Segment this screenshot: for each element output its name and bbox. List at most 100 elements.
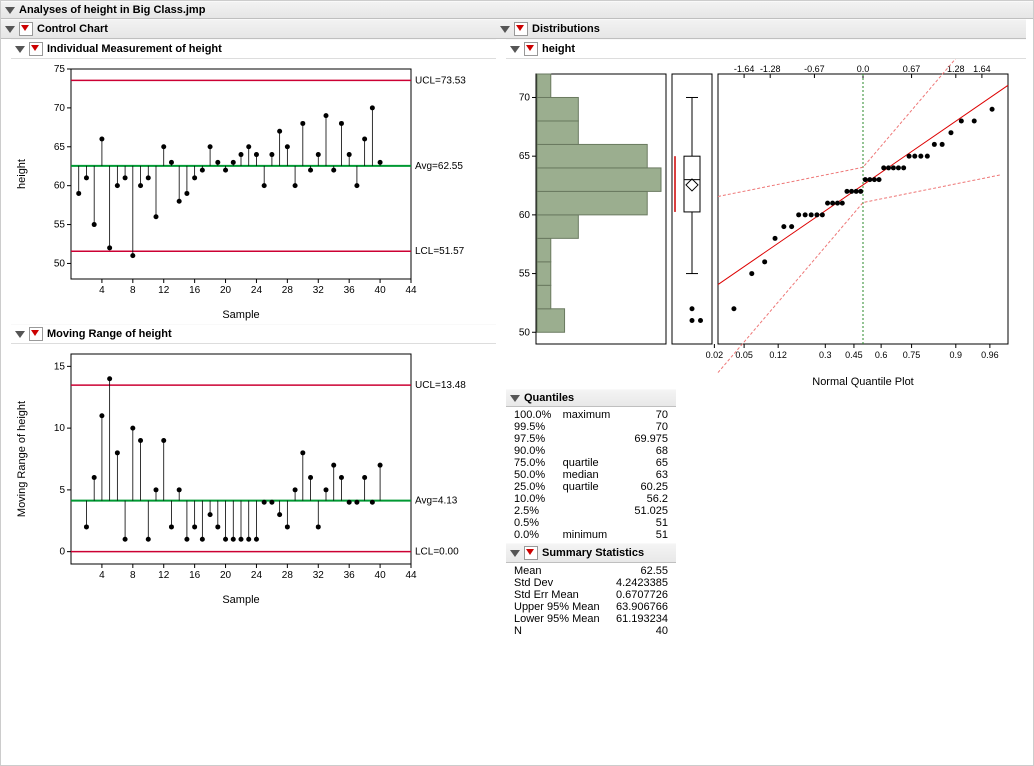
svg-text:65: 65 [54,142,66,153]
svg-text:Normal Quantile Plot: Normal Quantile Plot [812,376,914,388]
quantile-row: 99.5%70 [514,421,668,433]
svg-text:0.9: 0.9 [950,350,963,360]
svg-text:height: height [16,159,28,189]
svg-text:20: 20 [220,570,232,581]
svg-text:0.96: 0.96 [981,350,999,360]
svg-text:0.67: 0.67 [903,64,921,74]
control-chart-label: Control Chart [37,23,108,35]
svg-text:15: 15 [54,361,66,372]
svg-text:16: 16 [189,285,201,296]
quantile-row: 0.0%minimum51 [514,529,668,541]
svg-text:36: 36 [344,285,356,296]
hotspot-icon[interactable] [524,546,538,560]
quantiles-label: Quantiles [524,392,574,404]
individual-measurement-header[interactable]: Individual Measurement of height [11,39,496,59]
svg-text:40: 40 [375,570,387,581]
individual-chart-label: Individual Measurement of height [47,43,222,55]
disclosure-triangle-icon[interactable] [5,26,15,33]
summary-stat-row: Std Err Mean0.6707726 [514,589,668,601]
svg-text:36: 36 [344,570,356,581]
svg-text:0.12: 0.12 [769,350,787,360]
svg-text:0.0: 0.0 [857,64,870,74]
svg-text:5: 5 [59,485,65,496]
moving-range-control-chart[interactable]: 05101548121620242832364044UCL=13.48Avg=4… [11,344,481,609]
hotspot-icon[interactable] [514,22,528,36]
svg-text:Moving Range of height: Moving Range of height [16,401,28,517]
control-chart-header[interactable]: Control Chart [1,19,496,39]
summary-stat-row: N40 [514,625,668,637]
quantile-row: 97.5%69.975 [514,433,668,445]
moving-range-header[interactable]: Moving Range of height [11,324,496,344]
disclosure-triangle-icon[interactable] [5,7,15,14]
svg-text:55: 55 [54,220,66,231]
svg-text:Sample: Sample [222,594,259,606]
quantile-row: 50.0%median63 [514,469,668,481]
distributions-header[interactable]: Distributions [496,19,1026,39]
svg-text:LCL=51.57: LCL=51.57 [415,246,465,257]
disclosure-triangle-icon[interactable] [15,46,25,53]
hotspot-icon[interactable] [19,22,33,36]
svg-text:0.45: 0.45 [845,350,863,360]
quantiles-header[interactable]: Quantiles [506,389,676,407]
svg-text:60: 60 [519,210,531,221]
svg-text:32: 32 [313,570,325,581]
svg-text:24: 24 [251,285,263,296]
svg-text:70: 70 [54,103,66,114]
jmp-report-window: Analyses of height in Big Class.jmp Cont… [0,0,1034,766]
quantile-row: 2.5%51.025 [514,505,668,517]
svg-text:28: 28 [282,285,294,296]
report-title: Analyses of height in Big Class.jmp [19,4,205,16]
svg-text:Avg=62.55: Avg=62.55 [415,161,463,172]
hotspot-icon[interactable] [524,42,538,56]
quantiles-table: 100.0%maximum7099.5%7097.5%69.97590.0%68… [506,407,676,543]
summary-stat-row: Mean62.55 [514,565,668,577]
disclosure-triangle-icon[interactable] [510,395,520,402]
hotspot-icon[interactable] [29,42,43,56]
svg-text:28: 28 [282,570,294,581]
moving-range-chart-label: Moving Range of height [47,328,172,340]
svg-text:16: 16 [189,570,201,581]
svg-text:4: 4 [99,570,105,581]
quantile-row: 100.0%maximum70 [514,409,668,421]
svg-text:44: 44 [405,285,417,296]
svg-text:12: 12 [158,285,170,296]
summary-stats-header[interactable]: Summary Statistics [506,543,676,563]
svg-text:8: 8 [130,285,136,296]
svg-text:50: 50 [519,327,531,338]
quantile-row: 10.0%56.2 [514,493,668,505]
svg-text:32: 32 [313,285,325,296]
height-header[interactable]: height [506,39,1026,59]
disclosure-triangle-icon[interactable] [510,46,520,53]
summary-stats-table: Mean62.55Std Dev4.2423385Std Err Mean0.6… [506,563,676,639]
svg-text:Sample: Sample [222,309,259,321]
svg-text:75: 75 [54,64,66,75]
svg-text:8: 8 [130,570,136,581]
disclosure-triangle-icon[interactable] [500,26,510,33]
svg-text:0.3: 0.3 [819,350,832,360]
svg-text:55: 55 [519,269,531,280]
svg-text:-0.67: -0.67 [804,64,825,74]
svg-text:0.05: 0.05 [735,350,753,360]
svg-text:12: 12 [158,570,170,581]
svg-text:1.64: 1.64 [973,64,991,74]
hotspot-icon[interactable] [29,327,43,341]
distribution-plot[interactable]: 5055606570-1.64-1.28-0.670.00.671.281.64… [506,59,1016,389]
disclosure-triangle-icon[interactable] [510,550,520,557]
svg-text:-1.64: -1.64 [734,64,755,74]
individual-control-chart[interactable]: 50556065707548121620242832364044UCL=73.5… [11,59,481,324]
svg-text:UCL=13.48: UCL=13.48 [415,380,466,391]
report-title-bar[interactable]: Analyses of height in Big Class.jmp [1,1,1033,19]
disclosure-triangle-icon[interactable] [15,331,25,338]
svg-text:65: 65 [519,151,531,162]
quantile-row: 0.5%51 [514,517,668,529]
quantile-row: 25.0%quartile60.25 [514,481,668,493]
svg-text:10: 10 [54,423,66,434]
svg-text:24: 24 [251,570,263,581]
svg-text:0.75: 0.75 [903,350,921,360]
distributions-label: Distributions [532,23,600,35]
summary-stat-row: Upper 95% Mean63.906766 [514,601,668,613]
svg-text:60: 60 [54,181,66,192]
svg-text:0: 0 [59,547,65,558]
svg-text:70: 70 [519,92,531,103]
svg-text:4: 4 [99,285,105,296]
